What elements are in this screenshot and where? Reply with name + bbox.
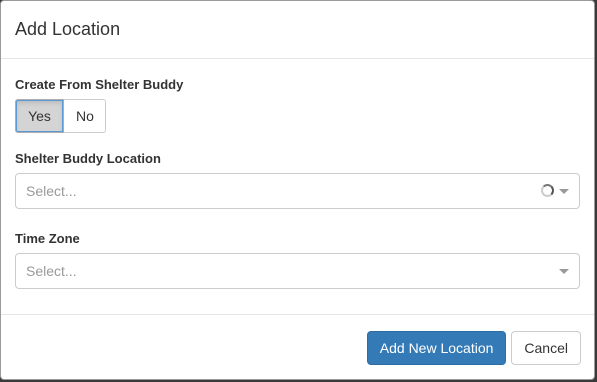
chevron-down-icon[interactable] [559,189,569,194]
time-zone-select[interactable]: Select... [15,253,580,289]
no-toggle-button[interactable]: No [64,99,106,133]
add-new-location-button[interactable]: Add New Location [366,331,507,365]
time-zone-placeholder: Select... [26,263,77,279]
create-from-shelter-label: Create From Shelter Buddy [15,77,184,92]
time-zone-label: Time Zone [15,231,80,246]
loading-spinner-icon [541,184,554,197]
cancel-button[interactable]: Cancel [511,331,581,365]
create-from-toggle-group: Yes No [15,99,106,133]
yes-toggle-button[interactable]: Yes [15,99,64,133]
modal-body: Create From Shelter Buddy Yes No Shelter… [1,59,594,315]
modal-header: Add Location [1,1,594,59]
shelter-buddy-location-label: Shelter Buddy Location [15,151,161,166]
modal-title: Add Location [15,19,121,39]
shelter-buddy-location-select[interactable]: Select... [15,173,580,209]
modal-footer: Add New Location Cancel [1,315,594,379]
chevron-down-icon[interactable] [559,269,569,274]
shelter-buddy-location-placeholder: Select... [26,183,77,199]
add-location-modal: Add Location Create From Shelter Buddy Y… [0,0,595,380]
